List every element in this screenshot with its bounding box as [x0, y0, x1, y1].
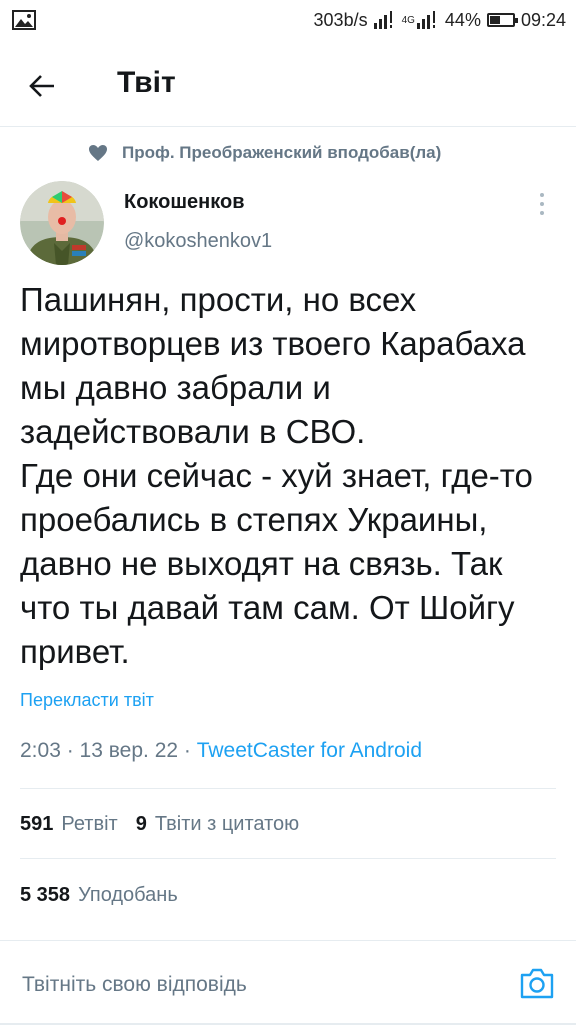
- battery-percent: 44%: [444, 9, 481, 30]
- more-vertical-icon-dot: [540, 193, 544, 197]
- gallery-icon: [12, 10, 36, 30]
- avatar[interactable]: [20, 181, 104, 265]
- social-context[interactable]: Проф. Преображенский вподобав(ла): [88, 143, 441, 163]
- reply-bar: [0, 940, 576, 1025]
- quotes-stat[interactable]: 9 Твіти з цитатою: [136, 813, 299, 836]
- network-speed: 303b/s: [313, 9, 368, 30]
- top-app-bar: Твіт: [0, 44, 576, 127]
- divider: [20, 788, 556, 789]
- quotes-label: Твіти з цитатою: [154, 813, 300, 835]
- quotes-count: 9: [135, 813, 147, 835]
- status-bar: 303b/s 4G 44% 09:24: [0, 0, 576, 40]
- tweet-text: Пашинян, прости, но всех миротворцев из …: [20, 281, 533, 670]
- camera-icon: [520, 968, 554, 999]
- retweets-count: 591: [20, 813, 54, 835]
- heart-icon: [89, 145, 107, 161]
- more-options-button[interactable]: [532, 191, 552, 217]
- tweet-metadata: 2:03 · 13 вер. 22 · TweetCaster for Andr…: [20, 739, 422, 763]
- meta-separator: ·: [183, 739, 197, 762]
- like-stats: 5 358 Уподобань: [20, 884, 178, 907]
- clock: 09:24: [520, 9, 566, 30]
- more-vertical-icon-dot: [540, 202, 544, 206]
- signal-icon-2: [416, 11, 435, 29]
- divider: [20, 858, 556, 859]
- retweets-label: Ретвіт: [61, 813, 118, 835]
- battery-fill: [489, 16, 500, 24]
- network-type: 4G: [401, 14, 415, 26]
- status-bar-right: 303b/s 4G 44% 09:24: [314, 6, 566, 34]
- avatar-image: [20, 181, 104, 265]
- battery-icon: [486, 13, 518, 27]
- likes-stat[interactable]: 5 358 Уподобань: [20, 884, 178, 907]
- back-button[interactable]: [22, 66, 62, 106]
- likes-label: Уподобань: [78, 884, 178, 906]
- tweet-client-link[interactable]: TweetCaster for Android: [197, 739, 422, 762]
- author-handle[interactable]: @kokoshenkov1: [124, 230, 272, 253]
- camera-button[interactable]: [519, 966, 555, 1000]
- retweet-stats: 591 Ретвіт 9 Твіти з цитатою: [20, 813, 299, 836]
- tweet-time: 2:03: [20, 739, 61, 762]
- signal-icon: [373, 11, 392, 29]
- more-vertical-icon-dot: [540, 211, 544, 215]
- retweets-stat[interactable]: 591 Ретвіт: [20, 813, 118, 836]
- likes-count: 5 358: [20, 884, 71, 906]
- social-context-text: Проф. Преображенский вподобав(ла): [122, 143, 442, 162]
- arrow-left-icon: [29, 75, 54, 97]
- reply-input[interactable]: [22, 973, 482, 997]
- page-title: Твіт: [117, 66, 176, 99]
- meta-separator: ·: [66, 739, 80, 762]
- translate-tweet-link[interactable]: Перекласти твіт: [20, 690, 154, 711]
- tweet-date: 13 вер. 22: [79, 739, 179, 762]
- author-name[interactable]: Кокошенков: [124, 191, 245, 214]
